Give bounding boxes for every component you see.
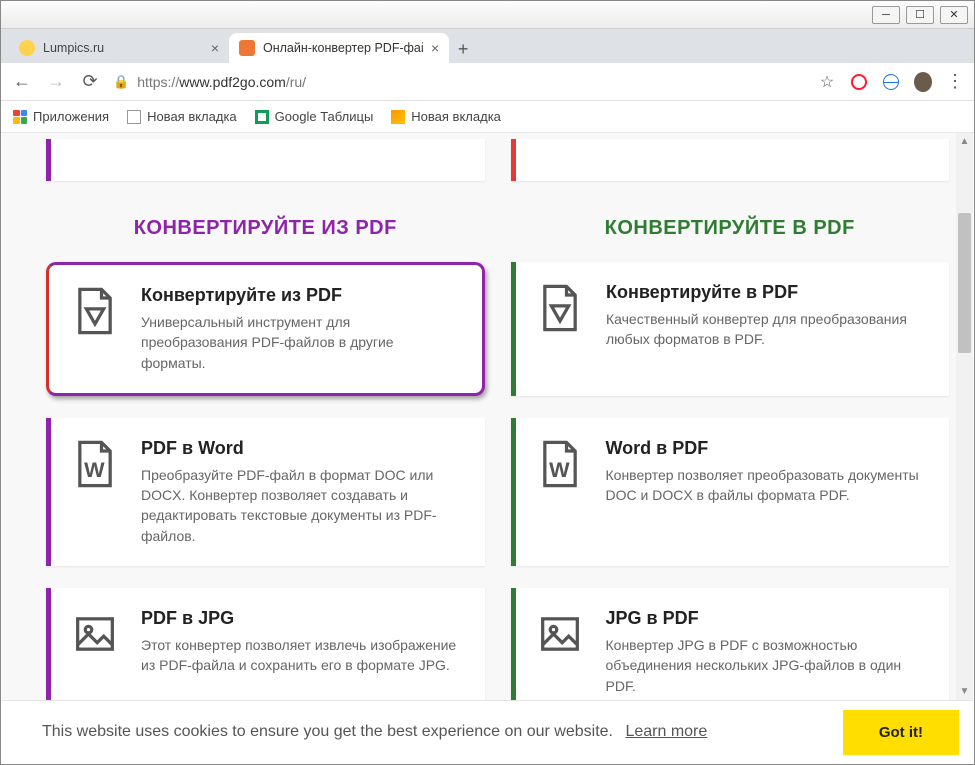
learn-more-link[interactable]: Learn more bbox=[625, 723, 707, 740]
card-title: JPG в PDF bbox=[606, 608, 928, 629]
lock-icon: 🔒 bbox=[113, 74, 129, 90]
maximize-button[interactable]: ☐ bbox=[906, 6, 934, 24]
new-tab-button[interactable]: + bbox=[449, 35, 477, 63]
card-desc: Этот конвертер позволяет извлечь изображ… bbox=[141, 635, 463, 676]
card-title: Конвертируйте из PDF bbox=[141, 285, 460, 306]
card-jpg-to-pdf[interactable]: JPG в PDF Конвертер JPG в PDF с возможнос… bbox=[511, 588, 950, 716]
card-title: PDF в Word bbox=[141, 438, 463, 459]
section-heading-to-pdf: КОНВЕРТИРУЙТЕ В PDF bbox=[511, 217, 950, 240]
card-desc: Качественный конвертер для преобразовани… bbox=[606, 309, 927, 350]
browser-tab-pdf2go[interactable]: Онлайн-конвертер PDF-файлов × bbox=[229, 33, 449, 63]
bookmark-new-tab-2[interactable]: Новая вкладка bbox=[391, 109, 501, 124]
close-window-button[interactable]: ✕ bbox=[940, 6, 968, 24]
tab-title: Lumpics.ru bbox=[43, 41, 104, 55]
card-desc: Конвертер позволяет преобразовать докуме… bbox=[606, 465, 928, 506]
scroll-thumb[interactable] bbox=[958, 213, 971, 353]
card-desc: Преобразуйте PDF-файл в формат DOC или D… bbox=[141, 465, 463, 546]
close-tab-icon[interactable]: × bbox=[211, 40, 219, 56]
card-pdf-to-jpg[interactable]: PDF в JPG Этот конвертер позволяет извлеч… bbox=[46, 588, 485, 716]
tab-strip: Lumpics.ru × Онлайн-конвертер PDF-файлов… bbox=[1, 29, 974, 63]
card-word-to-pdf[interactable]: W Word в PDF Конвертер позволяет преобраз… bbox=[511, 418, 950, 566]
vertical-scrollbar[interactable]: ▲ ▼ bbox=[956, 133, 973, 700]
card-desc: Конвертер JPG в PDF с возможностью объед… bbox=[606, 635, 928, 696]
favicon-lumpics bbox=[19, 40, 35, 56]
scroll-down-icon[interactable]: ▼ bbox=[956, 683, 973, 700]
card-desc: Универсальный инструмент для преобразова… bbox=[141, 312, 460, 373]
word-file-icon: W bbox=[534, 438, 586, 490]
window-titlebar: ─ ☐ ✕ bbox=[1, 1, 974, 29]
word-file-icon: W bbox=[69, 438, 121, 490]
bookmarks-bar: Приложения Новая вкладка Google Таблицы … bbox=[1, 101, 974, 133]
card-convert-to-pdf[interactable]: Конвертируйте в PDF Качественный конверте… bbox=[511, 262, 949, 396]
pdf-file-icon bbox=[69, 285, 121, 337]
card-title: Конвертируйте в PDF bbox=[606, 282, 927, 303]
bookmark-new-tab-1[interactable]: Новая вкладка bbox=[127, 109, 237, 124]
scroll-up-icon[interactable]: ▲ bbox=[956, 133, 973, 150]
image-file-icon bbox=[69, 608, 121, 660]
card-stub-left[interactable] bbox=[46, 139, 485, 181]
globe-icon[interactable] bbox=[882, 73, 900, 91]
got-it-button[interactable]: Got it! bbox=[843, 710, 959, 755]
reload-button[interactable]: ⟳ bbox=[79, 71, 101, 93]
cookie-banner: This website uses cookies to ensure you … bbox=[2, 700, 973, 763]
tab-title: Онлайн-конвертер PDF-файлов bbox=[263, 41, 423, 55]
browser-tab-lumpics[interactable]: Lumpics.ru × bbox=[9, 33, 229, 63]
svg-text:W: W bbox=[549, 457, 570, 482]
url-field[interactable]: 🔒 https://www.pdf2go.com/ru/ bbox=[113, 74, 806, 90]
minimize-button[interactable]: ─ bbox=[872, 6, 900, 24]
menu-button[interactable]: ⋮ bbox=[946, 73, 964, 91]
cookie-text: This website uses cookies to ensure you … bbox=[42, 723, 613, 740]
back-button[interactable]: ← bbox=[11, 71, 33, 93]
card-pdf-to-word[interactable]: W PDF в Word Преобразуйте PDF-файл в форм… bbox=[46, 418, 485, 566]
bookmark-star-icon[interactable]: ☆ bbox=[818, 73, 836, 91]
page-viewport: КОНВЕРТИРУЙТЕ ИЗ PDF КОНВЕРТИРУЙТЕ В PDF… bbox=[2, 133, 973, 763]
image-file-icon bbox=[534, 608, 586, 660]
bookmark-google-sheets[interactable]: Google Таблицы bbox=[255, 109, 374, 124]
card-title: Word в PDF bbox=[606, 438, 928, 459]
opera-icon[interactable] bbox=[850, 73, 868, 91]
section-heading-from-pdf: КОНВЕРТИРУЙТЕ ИЗ PDF bbox=[46, 217, 485, 240]
card-title: PDF в JPG bbox=[141, 608, 463, 629]
card-stub-right[interactable] bbox=[511, 139, 950, 181]
pdf-file-icon bbox=[534, 282, 586, 334]
card-convert-from-pdf[interactable]: Конвертируйте из PDF Универсальный инстру… bbox=[46, 262, 485, 396]
avatar-icon[interactable] bbox=[914, 73, 932, 91]
address-bar: ← → ⟳ 🔒 https://www.pdf2go.com/ru/ ☆ ⋮ bbox=[1, 63, 974, 101]
close-tab-icon[interactable]: × bbox=[431, 40, 439, 56]
favicon-pdf2go bbox=[239, 40, 255, 56]
svg-text:W: W bbox=[84, 457, 105, 482]
forward-button[interactable]: → bbox=[45, 71, 67, 93]
apps-shortcut[interactable]: Приложения bbox=[13, 109, 109, 124]
